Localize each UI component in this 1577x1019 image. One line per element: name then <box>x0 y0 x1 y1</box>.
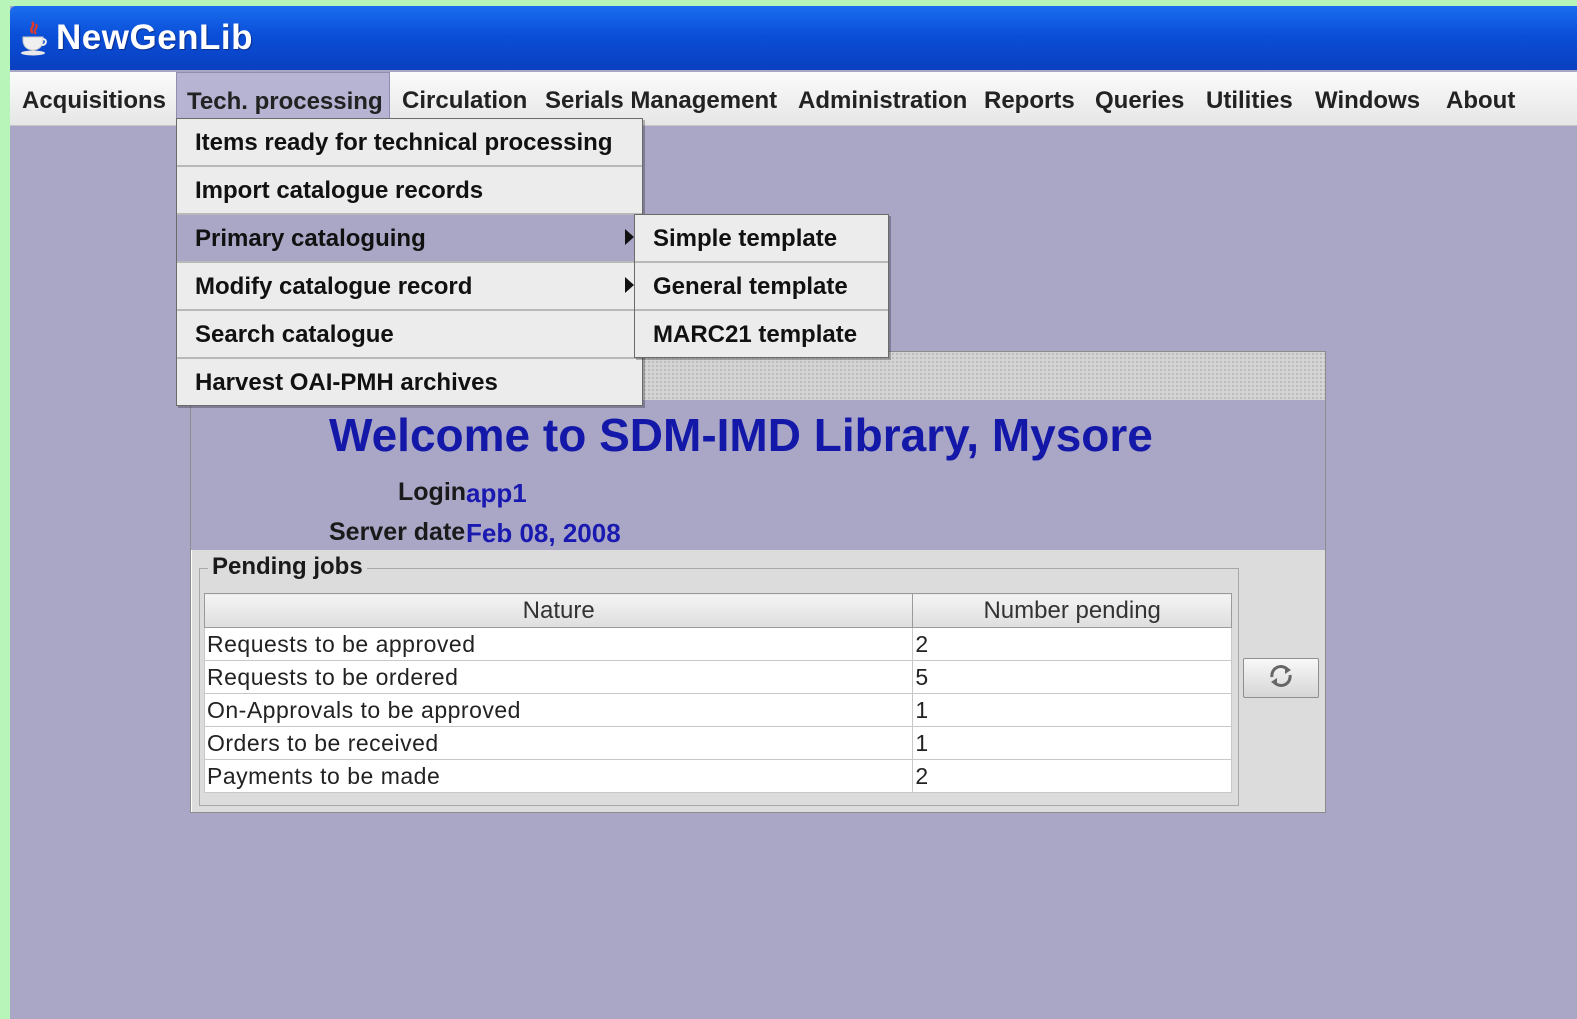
menu-acquisitions[interactable]: Acquisitions <box>18 72 170 125</box>
column-header-number-pending[interactable]: Number pending <box>912 593 1232 628</box>
menu-administration[interactable]: Administration <box>794 72 971 125</box>
welcome-panel: Welcome to SDM-IMD Library, Mysore Login… <box>191 400 1325 550</box>
menu-item-import-catalogue[interactable]: Import catalogue records <box>177 167 642 215</box>
menu-queries[interactable]: Queries <box>1091 72 1188 125</box>
window-title: NewGenLib <box>56 18 254 57</box>
count-cell: 2 <box>912 759 1232 793</box>
count-cell: 2 <box>912 627 1232 661</box>
menu-item-modify-catalogue[interactable]: Modify catalogue record <box>177 263 642 311</box>
submenu-arrow-icon <box>625 277 634 293</box>
menu-item-general-template[interactable]: General template <box>635 263 888 311</box>
welcome-frame: Welcome to SDM-IMD Library, Mysore Login… <box>190 351 1326 813</box>
table-row[interactable]: Payments to be made 2 <box>203 759 1232 793</box>
menu-windows[interactable]: Windows <box>1311 72 1424 125</box>
primary-cataloguing-submenu: Simple template General template MARC21 … <box>634 214 889 358</box>
refresh-icon <box>1266 661 1296 696</box>
count-cell: 5 <box>912 660 1232 694</box>
table-row[interactable]: Orders to be received 1 <box>203 726 1232 760</box>
menu-item-label: Primary cataloguing <box>195 225 426 252</box>
table-row[interactable]: Requests to be ordered 5 <box>203 660 1232 694</box>
pending-jobs-panel: Pending jobs Nature Number pending Reque… <box>199 553 1239 806</box>
nature-cell: Payments to be made <box>203 759 914 793</box>
menu-item-label: Modify catalogue record <box>195 273 473 300</box>
application-window: NewGenLib Acquisitions Tech. processing … <box>10 6 1577 1019</box>
login-value: app1 <box>466 478 527 508</box>
refresh-button[interactable] <box>1243 658 1319 698</box>
table-row[interactable]: Requests to be approved 2 <box>203 627 1232 661</box>
count-cell: 1 <box>912 726 1232 760</box>
server-date-value: Feb 08, 2008 <box>466 518 621 548</box>
menu-utilities[interactable]: Utilities <box>1202 72 1297 125</box>
nature-cell: On-Approvals to be approved <box>203 693 914 727</box>
nature-cell: Orders to be received <box>203 726 914 760</box>
login-label: Login <box>398 478 467 506</box>
tech-processing-menu: Items ready for technical processing Imp… <box>176 118 643 406</box>
submenu-arrow-icon <box>625 229 634 245</box>
table-row[interactable]: On-Approvals to be approved 1 <box>203 693 1232 727</box>
menu-reports[interactable]: Reports <box>980 72 1079 125</box>
welcome-heading: Welcome to SDM-IMD Library, Mysore <box>329 409 1153 461</box>
count-cell: 1 <box>912 693 1232 727</box>
nature-cell: Requests to be ordered <box>203 660 914 694</box>
pending-jobs-table: Nature Number pending Requests to be app… <box>203 593 1232 793</box>
menu-item-items-ready[interactable]: Items ready for technical processing <box>177 119 642 167</box>
menu-about[interactable]: About <box>1442 72 1519 125</box>
nature-cell: Requests to be approved <box>203 627 914 661</box>
menu-item-primary-cataloguing[interactable]: Primary cataloguing <box>177 215 642 263</box>
server-date-label: Server date <box>329 518 466 546</box>
column-header-nature[interactable]: Nature <box>203 593 914 628</box>
pending-jobs-legend: Pending jobs <box>208 553 367 581</box>
table-header-row: Nature Number pending <box>203 593 1232 628</box>
menu-item-marc21-template[interactable]: MARC21 template <box>635 311 888 357</box>
title-bar[interactable]: NewGenLib <box>10 6 1577 70</box>
menu-item-search-catalogue[interactable]: Search catalogue <box>177 311 642 359</box>
menu-item-simple-template[interactable]: Simple template <box>635 215 888 263</box>
java-cup-icon <box>18 20 48 56</box>
menu-item-harvest-oai[interactable]: Harvest OAI-PMH archives <box>177 359 642 405</box>
